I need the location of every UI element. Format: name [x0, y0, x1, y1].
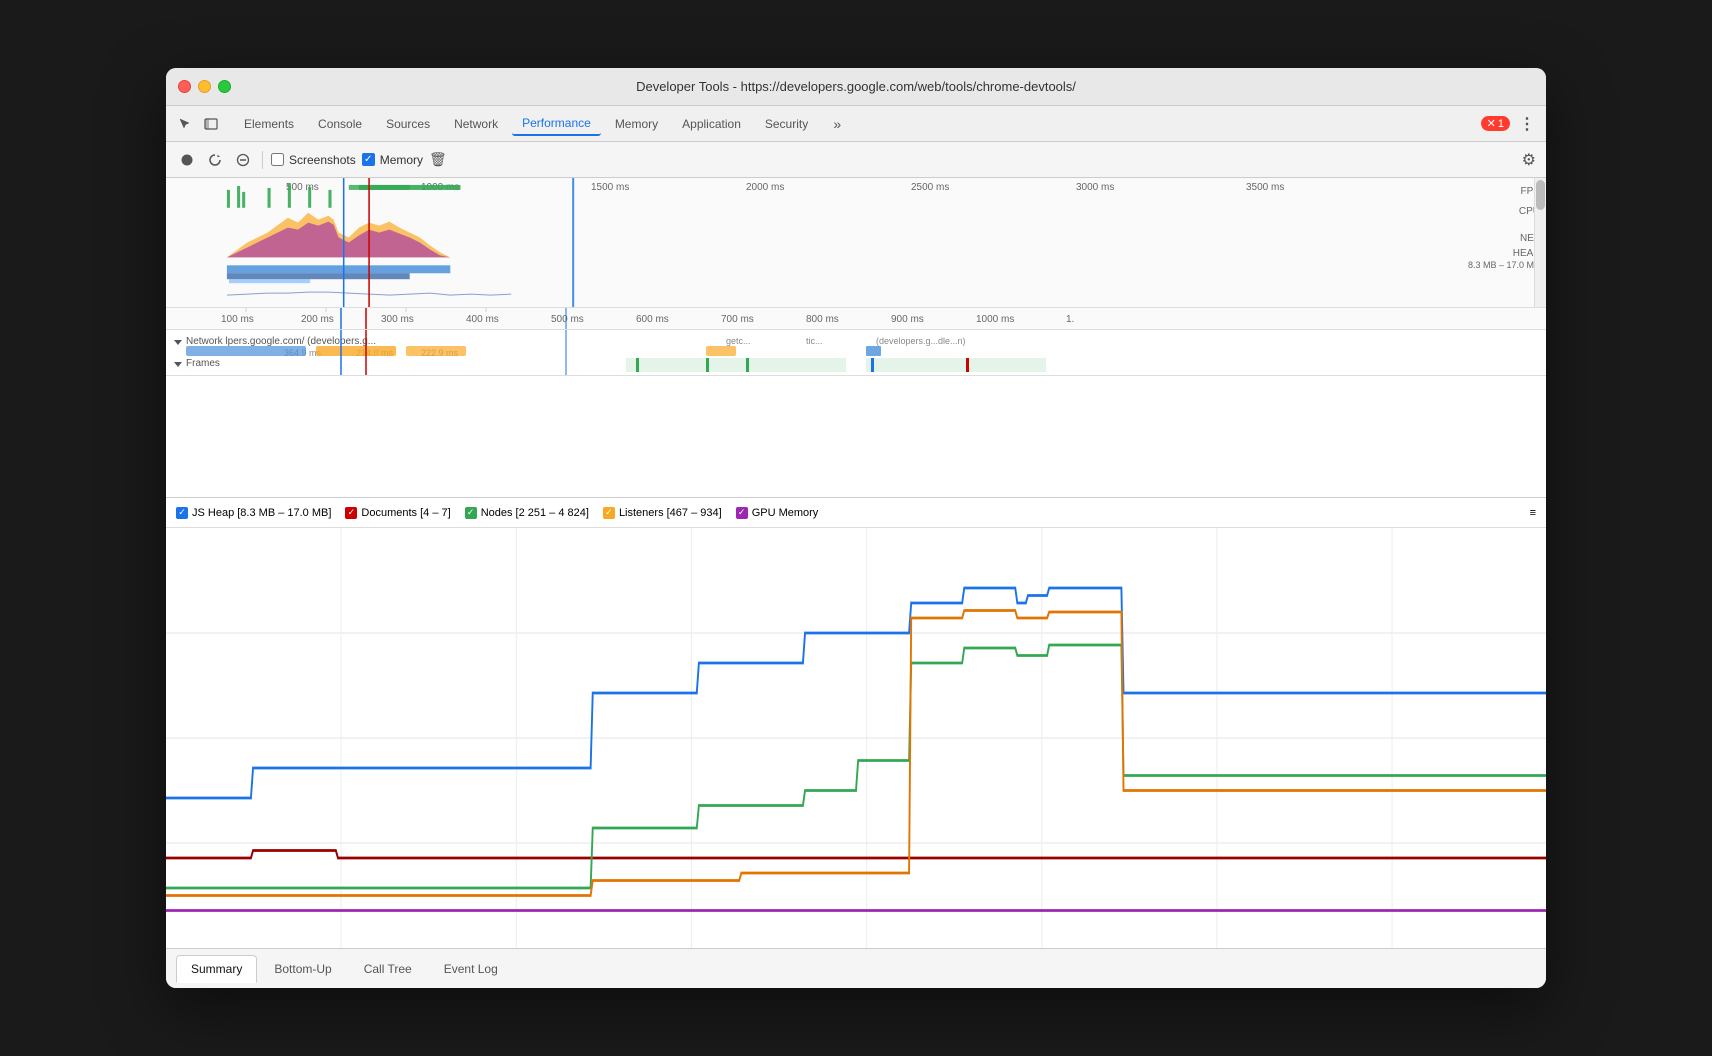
svg-text:200 ms: 200 ms — [301, 314, 334, 325]
nodes-check: ✓ — [465, 507, 477, 519]
tab-application[interactable]: Application — [672, 113, 751, 135]
toolbar-right: ⚙ — [1522, 150, 1536, 170]
tab-memory[interactable]: Memory — [605, 113, 668, 135]
svg-text:900 ms: 900 ms — [891, 314, 924, 325]
error-badge[interactable]: ✕ 1 — [1481, 116, 1510, 131]
js-heap-check: ✓ — [176, 507, 188, 519]
separator — [262, 151, 263, 169]
svg-text:800 ms: 800 ms — [806, 314, 839, 325]
svg-text:300 ms: 300 ms — [381, 314, 414, 325]
traffic-lights — [178, 80, 231, 93]
svg-text:100 ms: 100 ms — [221, 314, 254, 325]
svg-text:1000 ms: 1000 ms — [976, 314, 1014, 325]
legend-js-heap[interactable]: ✓ JS Heap [8.3 MB – 17.0 MB] — [176, 507, 331, 519]
error-count: 1 — [1498, 118, 1504, 130]
svg-text:getc...: getc... — [726, 336, 751, 346]
gpu-label: GPU Memory — [752, 507, 819, 519]
tab-bar: Elements Console Sources Network Perform… — [166, 106, 1546, 142]
tab-summary[interactable]: Summary — [176, 955, 257, 983]
svg-text:400 ms: 400 ms — [466, 314, 499, 325]
window-title: Developer Tools - https://developers.goo… — [636, 79, 1076, 94]
reload-record-button[interactable] — [204, 149, 226, 171]
more-options-icon[interactable]: ⋮ — [1516, 113, 1538, 135]
scrollbar-track[interactable] — [1534, 178, 1546, 307]
network-frames-svg: Network lpers.google.com/ (developers.g.… — [166, 330, 1546, 376]
tab-console[interactable]: Console — [308, 113, 372, 135]
tab-bar-icons — [174, 113, 222, 135]
tab-network[interactable]: Network — [444, 113, 508, 135]
more-tabs-icon[interactable]: » — [826, 113, 848, 135]
close-button[interactable] — [178, 80, 191, 93]
delete-button[interactable]: 🗑 — [429, 151, 447, 168]
timeline-ruler-top: 500 ms 1000 ms 1500 ms 2000 ms 2500 ms 3… — [166, 178, 1546, 308]
tab-bottom-up[interactable]: Bottom-Up — [259, 955, 346, 983]
settings-icon[interactable]: ⚙ — [1522, 150, 1536, 170]
svg-text:Network lpers.google.com/ (dev: Network lpers.google.com/ (developers.g.… — [186, 336, 376, 347]
bottom-ruler-svg: 100 ms 200 ms 300 ms 400 ms 500 ms 600 m… — [166, 308, 1546, 330]
error-icon: ✕ — [1487, 117, 1496, 130]
svg-text:Frames: Frames — [186, 358, 220, 369]
legend-nodes[interactable]: ✓ Nodes [2 251 – 4 824] — [465, 507, 589, 519]
network-frames-row: Network lpers.google.com/ (developers.g.… — [166, 330, 1546, 376]
bottom-tabs: Summary Bottom-Up Call Tree Event Log — [166, 948, 1546, 988]
documents-check: ✓ — [345, 507, 357, 519]
listeners-check: ✓ — [603, 507, 615, 519]
legend-documents[interactable]: ✓ Documents [4 – 7] — [345, 507, 450, 519]
memory-chart-svg — [166, 528, 1546, 948]
tab-bar-right: ✕ 1 ⋮ — [1481, 113, 1538, 135]
legend-gpu-memory[interactable]: ✓ GPU Memory — [736, 507, 819, 519]
memory-legend: ✓ JS Heap [8.3 MB – 17.0 MB] ✓ Documents… — [166, 498, 1546, 528]
svg-text:600 ms: 600 ms — [636, 314, 669, 325]
timeline-ruler-bottom: 100 ms 200 ms 300 ms 400 ms 500 ms 600 m… — [166, 308, 1546, 330]
screenshots-checkbox-label[interactable]: Screenshots — [271, 153, 356, 167]
minimize-button[interactable] — [198, 80, 211, 93]
tab-security[interactable]: Security — [755, 113, 818, 135]
scrollbar-thumb[interactable] — [1536, 180, 1545, 210]
maximize-button[interactable] — [218, 80, 231, 93]
tab-event-log[interactable]: Event Log — [429, 955, 513, 983]
screenshots-checkbox[interactable] — [271, 153, 284, 166]
nodes-label: Nodes [2 251 – 4 824] — [481, 507, 589, 519]
legend-options[interactable]: ≡ — [1530, 507, 1536, 519]
svg-text:(developers.g...dle...n): (developers.g...dle...n) — [876, 336, 966, 346]
gpu-check: ✓ — [736, 507, 748, 519]
svg-text:1.: 1. — [1066, 314, 1074, 325]
record-button[interactable] — [176, 149, 198, 171]
listeners-label: Listeners [467 – 934] — [619, 507, 722, 519]
devtools-window: Developer Tools - https://developers.goo… — [166, 68, 1546, 988]
memory-checkbox-checked[interactable]: ✓ — [362, 153, 375, 166]
cursor-icon[interactable] — [174, 113, 196, 135]
tab-performance[interactable]: Performance — [512, 112, 601, 136]
memory-label: Memory — [380, 153, 423, 167]
memory-chart — [166, 528, 1546, 948]
svg-text:500 ms: 500 ms — [551, 314, 584, 325]
tab-call-tree[interactable]: Call Tree — [349, 955, 427, 983]
js-heap-label: JS Heap [8.3 MB – 17.0 MB] — [192, 507, 331, 519]
screenshots-label: Screenshots — [289, 153, 356, 167]
timeline-section: 500 ms 1000 ms 1500 ms 2000 ms 2500 ms 3… — [166, 178, 1546, 498]
timeline-chart-svg — [166, 178, 1486, 307]
svg-text:tic...: tic... — [806, 336, 823, 346]
memory-checkbox-label[interactable]: ✓ Memory — [362, 153, 423, 167]
title-bar: Developer Tools - https://developers.goo… — [166, 68, 1546, 106]
legend-listeners[interactable]: ✓ Listeners [467 – 934] — [603, 507, 722, 519]
tab-sources[interactable]: Sources — [376, 113, 440, 135]
tab-elements[interactable]: Elements — [234, 113, 304, 135]
clear-button[interactable] — [232, 149, 254, 171]
performance-toolbar: Screenshots ✓ Memory 🗑 ⚙ — [166, 142, 1546, 178]
documents-label: Documents [4 – 7] — [361, 507, 450, 519]
dock-icon[interactable] — [200, 113, 222, 135]
svg-text:700 ms: 700 ms — [721, 314, 754, 325]
